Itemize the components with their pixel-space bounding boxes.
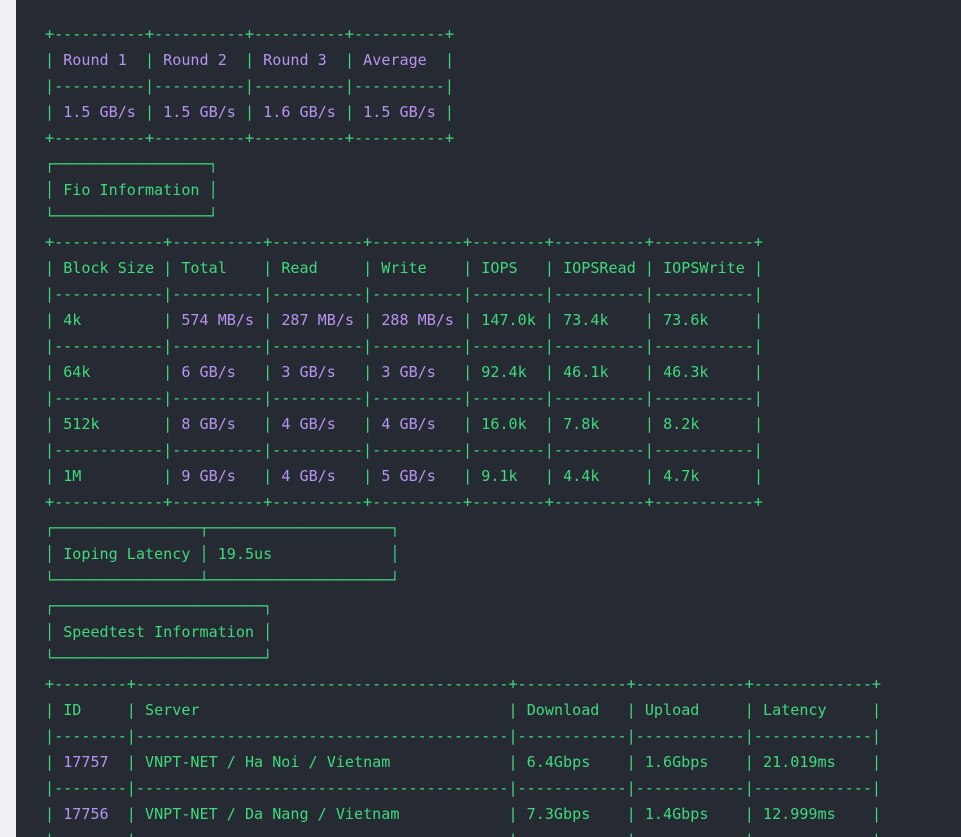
table-cell: 1.6 GB/s: [263, 103, 336, 121]
table-cell: 1.4Gbps: [644, 805, 709, 823]
table-cell: 7.3Gbps: [526, 805, 591, 823]
fio-table-separator: |------------|----------|----------|----…: [45, 285, 763, 303]
table-header-cell: Read: [281, 259, 318, 277]
table-cell: 46.3k: [663, 363, 709, 381]
table-cell: 12.999ms: [762, 805, 836, 823]
table-header-cell: ID: [63, 701, 82, 719]
table-header-cell: IOPSRead: [563, 259, 636, 277]
table-header-cell: Upload: [644, 701, 700, 719]
table-header-cell: IOPSWrite: [663, 259, 745, 277]
table-cell: 16.0k: [481, 415, 527, 433]
table-header-cell: Total: [181, 259, 227, 277]
fio-table-header: | Block Size | Total | Read | Write | IO…: [45, 259, 764, 277]
table-row: | 4k | 574 MB/s | 287 MB/s | 288 MB/s | …: [45, 311, 764, 329]
table-row: | 1M | 9 GB/s | 4 GB/s | 5 GB/s | 9.1k |…: [45, 467, 764, 485]
table-cell: 8.2k: [663, 415, 700, 433]
table-cell: 147.0k: [481, 311, 536, 329]
table-cell: 6 GB/s: [181, 363, 236, 381]
table-cell: 287 MB/s: [281, 311, 355, 329]
table-cell: 17756: [63, 805, 109, 823]
table-row: | 17756 | VNPT-NET / Da Nang / Vietnam |…: [45, 805, 882, 823]
table-cell: 17757: [63, 753, 109, 771]
table-cell: 73.6k: [663, 311, 709, 329]
fio-title-box-bottom: └─────────────────┘: [45, 207, 218, 225]
table-header-cell: Round 3: [263, 51, 327, 69]
fio-table-separator: |------------|----------|----------|----…: [45, 337, 763, 355]
table-cell: 73.4k: [563, 311, 609, 329]
ioping-value: 19.5us: [217, 545, 273, 563]
speedtest-table-separator: |--------|------------------------------…: [45, 830, 881, 837]
table-cell: 1.5 GB/s: [363, 103, 436, 121]
table-cell: 8 GB/s: [181, 415, 236, 433]
table-header-cell: Download: [526, 701, 600, 719]
table-cell: 288 MB/s: [381, 311, 455, 329]
table-row: | 64k | 6 GB/s | 3 GB/s | 3 GB/s | 92.4k…: [45, 363, 764, 381]
table-row: | 512k | 8 GB/s | 4 GB/s | 4 GB/s | 16.0…: [45, 415, 764, 433]
terminal-output: └──────────────┘ +----------+----------+-…: [16, 0, 961, 837]
table-cell: 9.1k: [481, 467, 518, 485]
ioping-box-bottom: └────────────────┴────────────────────┘: [45, 571, 400, 589]
table-header-cell: Round 2: [163, 51, 227, 69]
table-cell: 64k: [63, 363, 91, 381]
table-row: | 17757 | VNPT-NET / Ha Noi / Vietnam | …: [45, 753, 882, 771]
table-cell: 1.5 GB/s: [163, 103, 236, 121]
table-cell: 92.4k: [481, 363, 527, 381]
table-cell: 4 GB/s: [281, 415, 336, 433]
table-cell: 5 GB/s: [381, 467, 436, 485]
table-cell: 46.1k: [563, 363, 609, 381]
table-cell: 512k: [63, 415, 100, 433]
table-header-cell: Average: [363, 51, 427, 69]
table-header-cell: Block Size: [63, 259, 155, 277]
dd-table-border-top: +----------+----------+----------+------…: [45, 25, 454, 43]
ioping-box-top: ┌────────────────┬────────────────────┐: [45, 519, 400, 537]
dd-table-border-bottom: +----------+----------+----------+------…: [45, 129, 454, 147]
table-cell: 7.8k: [563, 415, 600, 433]
table-cell: 3 GB/s: [281, 363, 336, 381]
table-cell: 4.4k: [563, 467, 600, 485]
dd-table-header: | Round 1 | Round 2 | Round 3 | Average …: [45, 51, 455, 69]
fio-title-box-top: ┌─────────────────┐: [45, 155, 218, 173]
ioping-label: Ioping Latency: [63, 545, 191, 563]
speedtest-table-separator: |--------|------------------------------…: [45, 727, 882, 745]
table-header-cell: Write: [381, 259, 427, 277]
table-cell: 1.5 GB/s: [63, 103, 136, 121]
table-header-cell: Latency: [763, 701, 827, 719]
table-cell: 4 GB/s: [281, 467, 336, 485]
speedtest-table-header: | ID | Server | Download | Upload | Late…: [45, 701, 882, 719]
table-cell: 3 GB/s: [381, 363, 436, 381]
fio-table-separator: |------------|----------|----------|----…: [45, 441, 763, 459]
table-cell: 21.019ms: [762, 753, 836, 771]
fio-table-border-bottom: +------------+----------+----------+----…: [45, 493, 763, 511]
dd-table-row: | 1.5 GB/s | 1.5 GB/s | 1.6 GB/s | 1.5 G…: [45, 103, 455, 121]
table-cell: VNPT-NET / Da Nang / Vietnam: [144, 805, 400, 823]
ioping-box: │ Ioping Latency │ 19.5us │: [45, 545, 400, 563]
table-header-cell: Server: [145, 701, 200, 719]
speedtest-title-box-bottom: └───────────────────────┘: [45, 649, 273, 667]
dd-table-separator: |----------|----------|----------|------…: [45, 77, 454, 95]
speedtest-title-box-top: ┌───────────────────────┐: [45, 597, 273, 615]
table-cell: 1.6Gbps: [644, 753, 709, 771]
fio-title-box: │ Fio Information │: [45, 181, 218, 199]
table-cell: 6.4Gbps: [526, 753, 591, 771]
fio-table-border-top: +------------+----------+----------+----…: [45, 233, 763, 251]
speedtest-table-border-top: +--------+------------------------------…: [45, 675, 882, 693]
table-header-cell: Round 1: [63, 51, 127, 69]
table-cell: 9 GB/s: [181, 467, 236, 485]
prev-box-bottom: └──────────────┘: [45, 0, 190, 9]
table-cell: 4k: [63, 311, 82, 329]
table-cell: 4 GB/s: [381, 415, 436, 433]
speedtest-title-box: │ Speedtest Information │: [45, 623, 273, 641]
speedtest-table-separator: |--------|------------------------------…: [45, 779, 882, 797]
table-cell: 574 MB/s: [181, 311, 255, 329]
table-cell: VNPT-NET / Ha Noi / Vietnam: [144, 753, 391, 771]
table-cell: 4.7k: [663, 467, 700, 485]
table-header-cell: IOPS: [481, 259, 518, 277]
table-cell: 1M: [63, 467, 82, 485]
fio-table-separator: |------------|----------|----------|----…: [45, 389, 763, 407]
fio-title-box-label: Fio Information: [63, 181, 200, 199]
speedtest-title-box-label: Speedtest Information: [63, 623, 255, 641]
